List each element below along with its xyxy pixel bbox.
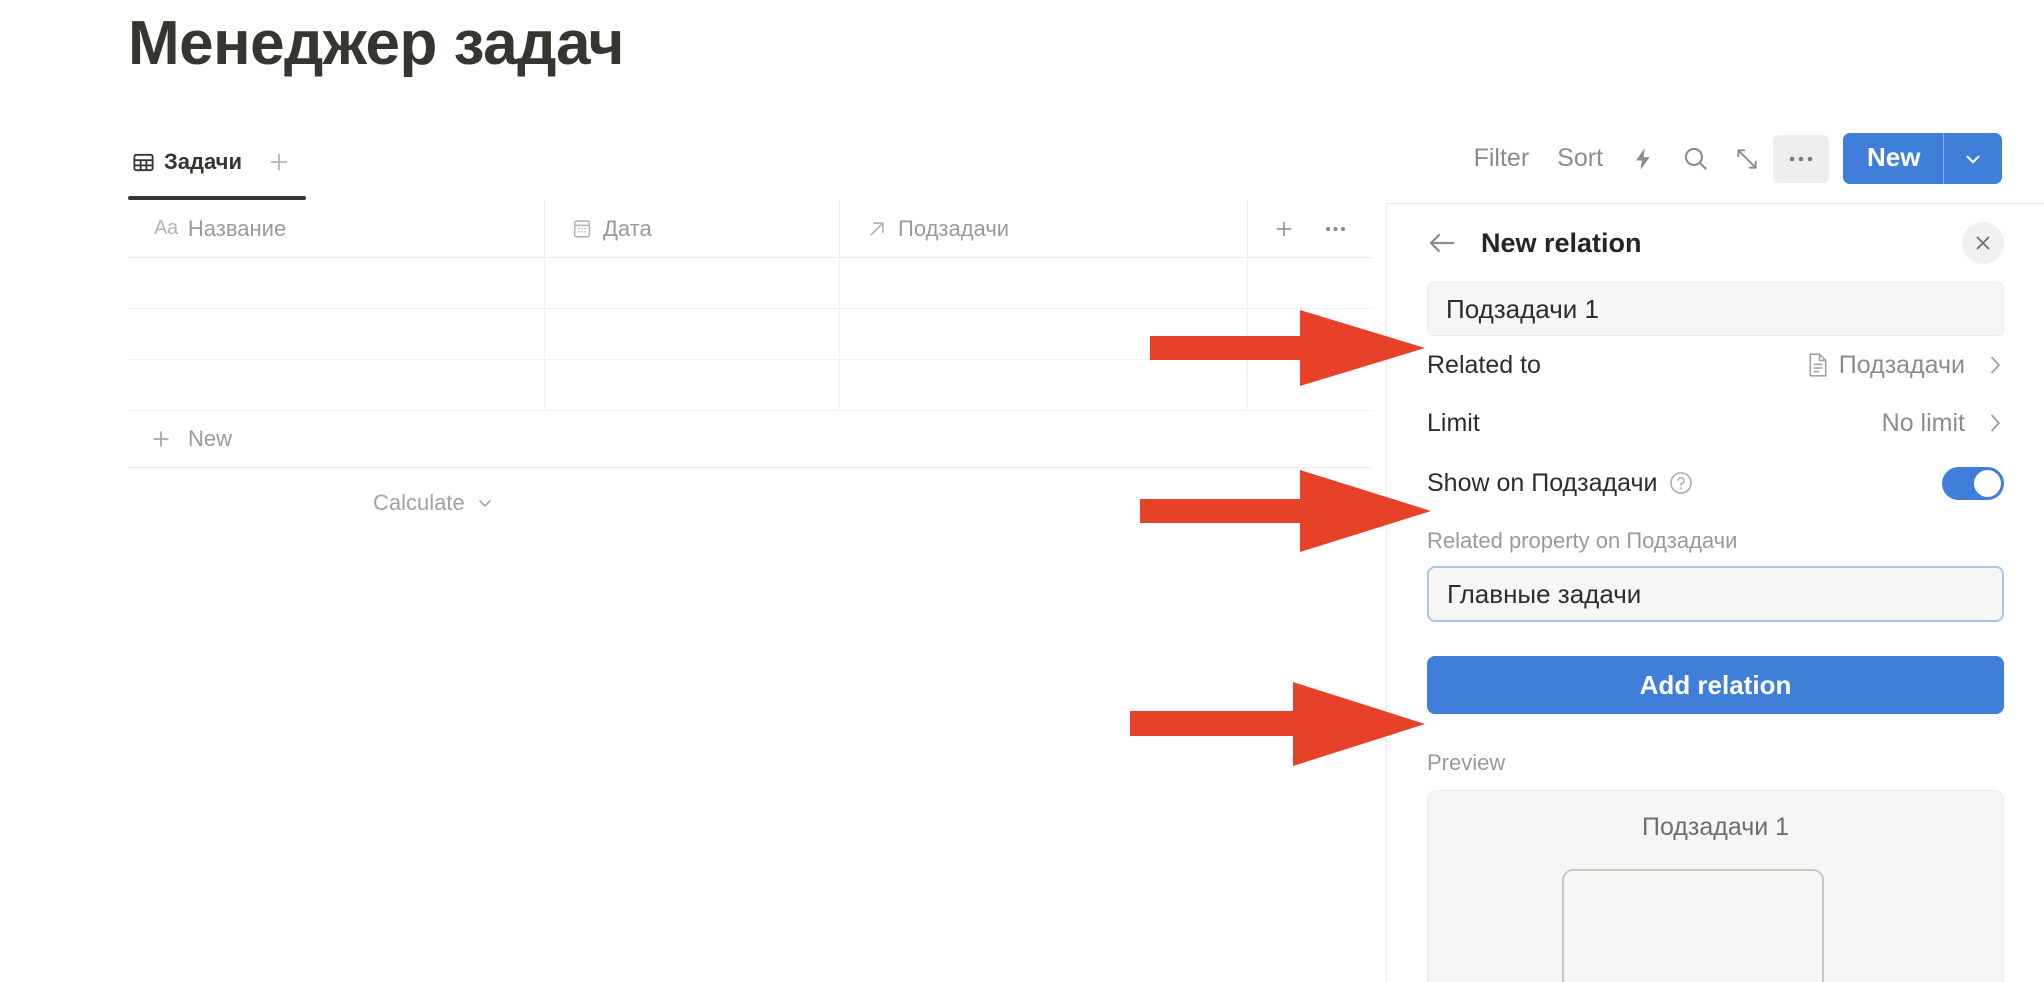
table-cell-data[interactable] — [545, 360, 840, 410]
show-on-label: Show on Подзадачи — [1427, 468, 1658, 497]
toggle-knob — [1974, 469, 2001, 497]
show-on-toggle-row[interactable]: Show on Подзадачи — [1427, 452, 2004, 514]
table-cell-podzadachi[interactable] — [840, 360, 1248, 410]
table-cell-podzadachi[interactable] — [840, 258, 1248, 308]
related-property-value: Главные задачи — [1447, 578, 1642, 609]
limit-value-group: No limit — [1882, 409, 2004, 438]
column-header-label: Название — [187, 215, 287, 241]
table-cell-empty — [1248, 360, 1372, 410]
chevron-right-icon — [1986, 354, 2004, 376]
lightning-icon[interactable] — [1617, 136, 1669, 182]
page-icon — [1806, 352, 1830, 378]
database-toolbar: Filter Sort New — [1460, 133, 2002, 184]
table-row[interactable] — [128, 309, 1372, 360]
table-cell-nazvanie[interactable] — [128, 258, 545, 308]
table-icon — [132, 151, 155, 174]
preview-connector-box — [1562, 869, 1824, 982]
calculate-label: Calculate — [373, 490, 465, 515]
new-row-label: New — [188, 426, 233, 451]
search-icon[interactable] — [1669, 136, 1721, 182]
tab-zadachi[interactable]: Задачи — [128, 140, 256, 184]
table-cell-nazvanie[interactable] — [128, 309, 545, 359]
panel-title: New relation — [1481, 227, 1642, 258]
limit-row[interactable]: Limit No limit — [1427, 394, 2004, 452]
table-cell-podzadachi[interactable] — [840, 309, 1248, 359]
column-header-actions — [1248, 200, 1372, 257]
preview-card-title: Подзадачи 1 — [1641, 813, 1790, 841]
preview-label: Preview — [1427, 750, 1506, 775]
new-row-button[interactable]: New — [128, 411, 1372, 468]
calendar-icon — [571, 218, 593, 240]
new-button-label: New — [1867, 142, 1921, 172]
expand-icon[interactable] — [1721, 136, 1773, 182]
new-relation-panel: New relation Подзадачи 1 Related to Подз… — [1386, 203, 2044, 982]
add-relation-button[interactable]: Add relation — [1427, 656, 2004, 714]
show-on-toggle[interactable] — [1942, 466, 2004, 500]
page-title: Менеджер задач — [128, 9, 624, 78]
panel-header: New relation — [1427, 204, 2004, 282]
more-options-icon[interactable] — [1773, 134, 1830, 183]
help-circle-icon[interactable] — [1668, 470, 1694, 496]
related-to-value-group: Подзадачи — [1806, 351, 2004, 380]
plus-icon — [153, 431, 169, 447]
close-icon[interactable] — [1962, 222, 2004, 264]
column-header-podzadachi[interactable]: Подзадачи — [840, 200, 1248, 257]
calculate-button[interactable]: Calculate — [373, 490, 495, 516]
table-more-options-button[interactable] — [1324, 225, 1348, 233]
right-rail: Filter Sort New New relation Подзадачи 1… — [1386, 0, 2044, 982]
add-relation-label: Add relation — [1639, 669, 1792, 700]
database-table: Aa Название Дата Подзадачи New Calculate — [128, 200, 1372, 538]
column-header-label: Дата — [603, 215, 652, 241]
related-to-value: Подзадачи — [1838, 350, 1965, 379]
chevron-down-icon — [478, 500, 491, 508]
column-header-data[interactable]: Дата — [545, 200, 840, 257]
sort-button[interactable]: Sort — [1543, 144, 1617, 173]
limit-value: No limit — [1881, 408, 1965, 437]
table-cell-nazvanie[interactable] — [128, 360, 545, 410]
related-to-row[interactable]: Related to Подзадачи — [1427, 336, 2004, 394]
tab-label: Задачи — [164, 149, 242, 174]
table-footer: Calculate — [128, 468, 1372, 538]
column-header-label: Подзадачи — [898, 215, 1010, 241]
related-property-section-label: Related property on Подзадачи — [1427, 528, 1738, 553]
table-cell-empty — [1248, 258, 1372, 308]
preview-card: Подзадачи 1 — [1427, 790, 2004, 982]
table-row[interactable] — [128, 258, 1372, 309]
limit-label: Limit — [1427, 408, 1480, 437]
table-cell-data[interactable] — [545, 258, 840, 308]
relation-name-input[interactable]: Подзадачи 1 — [1427, 282, 2004, 336]
back-arrow-icon[interactable] — [1427, 223, 1467, 263]
related-to-label: Related to — [1427, 350, 1541, 379]
related-property-input[interactable]: Главные задачи — [1427, 566, 2004, 622]
column-header-nazvanie[interactable]: Aa Название — [128, 200, 545, 257]
new-button[interactable]: New — [1843, 133, 2002, 184]
filter-button[interactable]: Filter — [1460, 144, 1544, 173]
new-button-chevron-down-icon[interactable] — [1944, 133, 2002, 184]
add-view-button[interactable] — [256, 140, 302, 184]
text-type-icon: Aa — [154, 217, 178, 239]
chevron-right-icon — [1986, 412, 2004, 434]
app-root: Менеджер задач Задачи Aa Название Дата П… — [0, 0, 2044, 982]
table-row[interactable] — [128, 360, 1372, 411]
relation-name-value: Подзадачи 1 — [1446, 293, 1599, 324]
table-header-row: Aa Название Дата Подзадачи — [128, 200, 1372, 258]
relation-arrow-icon — [866, 218, 888, 240]
view-tabs: Задачи — [128, 140, 302, 184]
table-cell-empty — [1248, 309, 1372, 359]
table-cell-data[interactable] — [545, 309, 840, 359]
add-column-button[interactable] — [1272, 217, 1296, 241]
document-area: Менеджер задач Задачи Aa Название Дата П… — [0, 0, 1386, 982]
